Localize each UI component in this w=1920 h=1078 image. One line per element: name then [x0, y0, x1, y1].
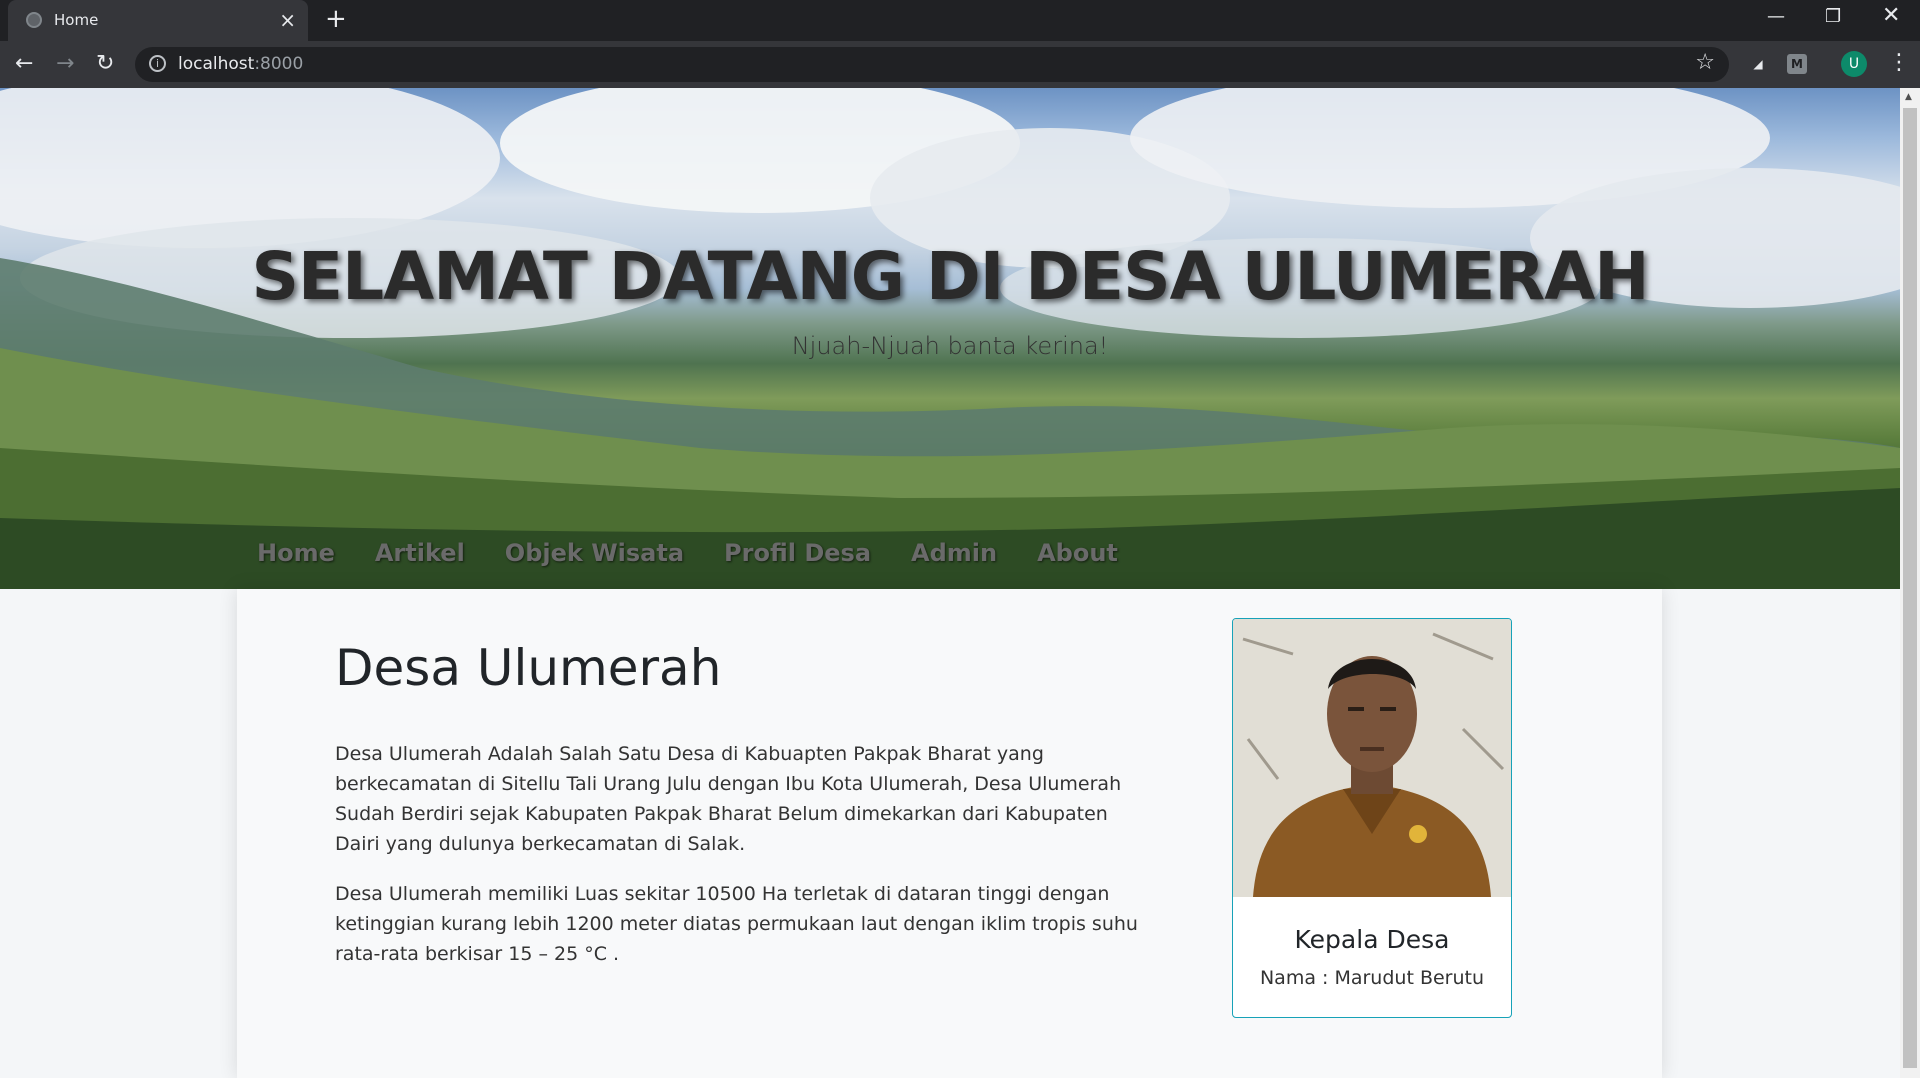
scrollbar-thumb[interactable] [1903, 108, 1917, 1068]
info-icon[interactable]: i [149, 55, 166, 72]
reload-icon[interactable]: ↻ [96, 51, 114, 76]
card-title: Kepala Desa [1294, 925, 1450, 954]
kebab-menu-icon[interactable]: ⋮ [1888, 50, 1910, 75]
minimize-icon[interactable]: — [1767, 6, 1785, 27]
browser-tab[interactable]: Home × [8, 0, 308, 41]
hero-title: SELAMAT DATANG DI DESA ULUMERAH [251, 238, 1649, 315]
plus-icon[interactable]: + [325, 4, 347, 34]
scroll-up-arrow-icon[interactable]: ▲ [1905, 92, 1912, 102]
profile-avatar[interactable]: U [1841, 51, 1867, 77]
url-port: :8000 [254, 54, 304, 74]
description-paragraph-2: Desa Ulumerah memiliki Luas sekitar 1050… [335, 883, 1138, 965]
hero-banner: SELAMAT DATANG DI DESA ULUMERAH Njuah-Nj… [0, 88, 1900, 589]
description-paragraph-1: Desa Ulumerah Adalah Salah Satu Desa di … [335, 743, 1122, 855]
kepala-desa-photo [1233, 619, 1511, 897]
vertical-scrollbar[interactable]: ▲ [1900, 88, 1920, 1078]
close-icon[interactable]: × [279, 8, 296, 32]
page-title: Desa Ulumerah [335, 639, 722, 697]
nav-about[interactable]: About [1037, 539, 1118, 567]
main-nav: Home Artikel Objek Wisata Profil Desa Ad… [257, 539, 1118, 567]
browser-tab-strip: Home × + — ❐ ✕ [0, 0, 1920, 41]
nav-admin[interactable]: Admin [911, 539, 997, 567]
page-viewport: SELAMAT DATANG DI DESA ULUMERAH Njuah-Nj… [0, 88, 1900, 1078]
url-host: localhost [178, 54, 255, 74]
browser-toolbar: ← → ↻ i localhost:8000 ☆ ◢ M U ⋮ [0, 41, 1920, 88]
nav-objek-wisata[interactable]: Objek Wisata [505, 539, 684, 567]
card-name: Nama : Marudut Berutu [1259, 967, 1485, 989]
nav-artikel[interactable]: Artikel [375, 539, 465, 567]
restore-icon[interactable]: ❐ [1825, 6, 1841, 27]
kepala-desa-card: Kepala Desa Nama : Marudut Berutu [1232, 618, 1512, 1018]
address-bar[interactable]: i localhost:8000 ☆ [135, 47, 1729, 82]
forward-arrow-icon[interactable]: → [56, 51, 74, 76]
bookmark-star-icon[interactable]: ☆ [1695, 50, 1715, 75]
back-arrow-icon[interactable]: ← [15, 51, 33, 76]
globe-icon [26, 12, 42, 28]
nav-profil-desa[interactable]: Profil Desa [724, 539, 871, 567]
close-window-icon[interactable]: ✕ [1882, 3, 1900, 28]
hero-tagline: Njuah-Njuah banta kerina! [791, 332, 1109, 360]
tab-title: Home [54, 11, 99, 29]
extension-m-icon[interactable]: M [1787, 54, 1807, 74]
nav-home[interactable]: Home [257, 539, 335, 567]
url-text[interactable]: localhost:8000 [178, 54, 303, 74]
extension-icon[interactable]: ◢ [1748, 54, 1768, 74]
